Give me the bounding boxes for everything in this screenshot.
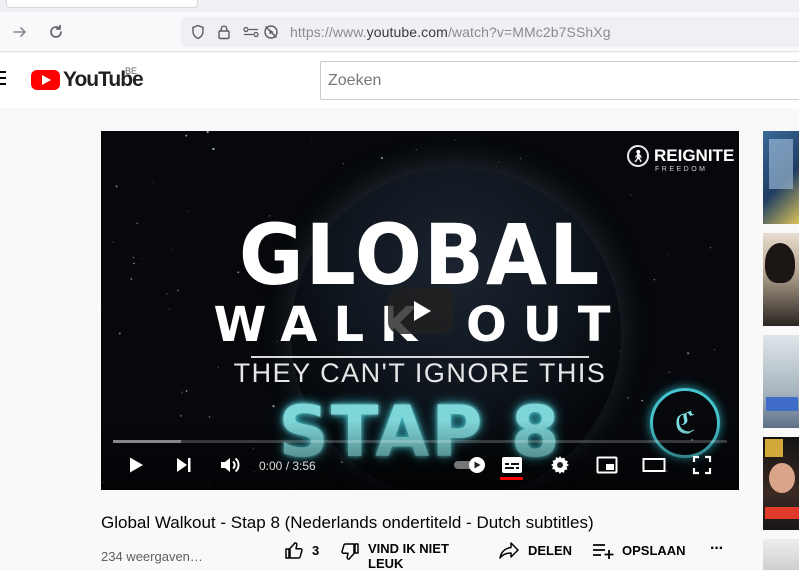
star (518, 133, 519, 135)
fullscreen-icon[interactable] (689, 453, 715, 477)
star (342, 162, 345, 165)
permissions-icon[interactable] (240, 21, 262, 43)
recommended-thumbnail[interactable] (763, 437, 799, 530)
theater-mode-icon[interactable] (641, 453, 667, 477)
search-box[interactable] (320, 61, 799, 100)
save-button[interactable]: OPSLAAN (592, 540, 686, 560)
address-bar[interactable]: https://www.youtube.com/watch?v=MMc2b7SS… (181, 17, 799, 47)
star (112, 241, 115, 244)
buffered-bar (113, 440, 181, 443)
dislike-label: VIND IK NIET LEUK (368, 541, 449, 571)
thumbnail-title-global: GLOBAL (238, 206, 602, 304)
thumbnail-figure (766, 397, 798, 411)
star (630, 194, 632, 196)
star (115, 185, 118, 188)
star (380, 156, 384, 160)
thumbnail-figure (765, 439, 783, 457)
star (152, 182, 154, 184)
brand-subtitle: FREEDOM (655, 166, 708, 173)
thumbs-up-icon (285, 542, 303, 559)
url-path: /watch?v=MMc2b7SShXg (447, 24, 611, 40)
share-icon (499, 542, 519, 559)
search-input[interactable] (321, 62, 799, 99)
next-icon[interactable] (171, 453, 197, 477)
star (187, 210, 189, 213)
reload-icon[interactable] (44, 20, 68, 44)
thumbnail-subtitle: THEY CAN'T IGNORE THIS (233, 358, 607, 388)
star (415, 149, 417, 151)
autoplay-toggle[interactable] (453, 453, 487, 477)
recommended-thumbnail[interactable] (763, 131, 799, 224)
share-label: DELEN (528, 542, 573, 558)
volume-icon[interactable] (217, 453, 243, 477)
video-title: Global Walkout - Stap 8 (Nederlands onde… (101, 513, 594, 532)
brand-name: REIGNITE (654, 146, 735, 165)
star (519, 157, 522, 160)
large-play-button[interactable] (388, 287, 454, 334)
menu-icon[interactable] (0, 71, 6, 87)
url-domain: youtube.com (366, 24, 448, 40)
star (498, 161, 500, 163)
time-total: 3:56 (292, 459, 316, 473)
star (604, 179, 606, 181)
thumbnail-figure (769, 139, 793, 189)
time-display: 0:00 / 3:56 (259, 459, 316, 473)
progress-bar[interactable] (113, 440, 727, 443)
tracking-shield-icon[interactable] (187, 21, 209, 43)
url-prefix: https://www. (290, 24, 367, 40)
star (181, 391, 184, 394)
autoplay-blocked-icon[interactable] (260, 21, 282, 43)
star (687, 352, 690, 355)
recommended-thumbnail[interactable] (763, 335, 799, 428)
star (713, 349, 716, 351)
browser-navbar: https://www.youtube.com/watch?v=MMc2b7SS… (0, 12, 799, 52)
browser-tab[interactable] (6, 0, 198, 8)
youtube-play-icon (31, 70, 60, 90)
more-actions-icon[interactable]: ··· (710, 540, 724, 558)
star (208, 144, 209, 145)
recommended-thumbnail[interactable] (763, 539, 799, 570)
browser-tabstrip (0, 0, 799, 12)
thumbnail-figure (765, 243, 795, 283)
url-text[interactable]: https://www.youtube.com/watch?v=MMc2b7SS… (290, 24, 611, 40)
country-code: BE (125, 66, 138, 76)
star (212, 147, 215, 151)
star (495, 166, 497, 168)
star (185, 134, 188, 137)
forward-icon[interactable] (8, 20, 32, 44)
brand-watermark: 🚶︎ REIGNITE FREEDOM (627, 145, 734, 173)
view-count[interactable]: 234 weergaven… (101, 549, 203, 564)
playlist-add-icon (593, 544, 614, 559)
share-button[interactable]: DELEN (498, 540, 572, 560)
like-button[interactable]: 3 (284, 540, 319, 560)
youtube-header: YouTube BE (0, 53, 799, 108)
time-current: 0:00 (259, 459, 283, 473)
time-separator: / (282, 459, 293, 473)
walking-person-icon: 🚶︎ (627, 145, 649, 167)
like-count: 3 (312, 542, 320, 558)
save-label: OPSLAAN (622, 542, 686, 558)
video-player[interactable]: 🚶︎ REIGNITE FREEDOM GLOBAL WALK OUT THEY… (101, 131, 739, 490)
star (454, 139, 456, 141)
miniplayer-icon[interactable] (594, 453, 620, 477)
star (109, 218, 111, 220)
star (311, 140, 313, 142)
thumbnail-figure (765, 507, 799, 519)
star (206, 131, 209, 134)
subtitles-icon[interactable] (499, 453, 525, 477)
play-icon[interactable] (123, 453, 149, 477)
thumbs-down-icon (341, 543, 359, 560)
lock-icon[interactable] (213, 21, 235, 43)
recommended-thumbnail[interactable] (763, 233, 799, 326)
subtitles-active-indicator (500, 477, 523, 480)
star (185, 390, 188, 392)
dislike-button[interactable]: VIND IK NIET LEUK (340, 541, 468, 571)
settings-gear-icon[interactable] (547, 453, 573, 477)
thumbnail-figure (769, 463, 795, 493)
